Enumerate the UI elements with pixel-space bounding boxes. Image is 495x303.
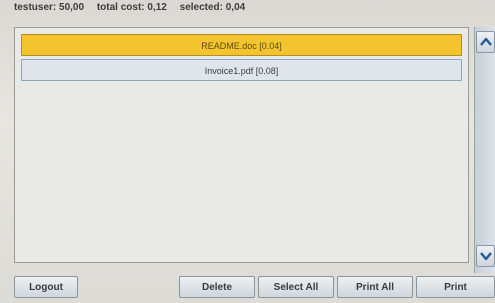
selected-cost: selected: 0,04: [179, 2, 246, 13]
print-label: Print: [444, 281, 467, 293]
printer-kiosk-screen: testuser: 50,00 total cost: 0,12 selecte…: [0, 0, 495, 303]
file-label: README.doc [0.04]: [201, 41, 282, 51]
scrollbar[interactable]: [474, 27, 495, 273]
file-row-invoice1[interactable]: Invoice1.pdf [0.08]: [21, 59, 462, 81]
select-all-button[interactable]: Select All: [258, 276, 334, 298]
file-row-readme[interactable]: README.doc [0.04]: [21, 34, 462, 56]
chevron-up-icon: [479, 37, 492, 46]
logout-button[interactable]: Logout: [14, 276, 78, 298]
scroll-down-button[interactable]: [476, 245, 495, 267]
print-button[interactable]: Print: [416, 276, 495, 298]
user-balance: testuser: 50,00: [14, 2, 85, 13]
file-label: Invoice1.pdf [0.08]: [204, 66, 279, 76]
action-bar: Logout Delete Select All Print All Print: [0, 276, 495, 303]
print-all-label: Print All: [356, 281, 394, 293]
print-all-button[interactable]: Print All: [337, 276, 413, 298]
total-cost: total cost: 0,12: [96, 2, 167, 13]
delete-label: Delete: [201, 281, 232, 293]
file-list: README.doc [0.04] Invoice1.pdf [0.08]: [14, 27, 469, 263]
scroll-up-button[interactable]: [476, 31, 495, 53]
logout-label: Logout: [29, 281, 63, 293]
delete-button[interactable]: Delete: [179, 276, 255, 298]
chevron-down-icon: [479, 252, 492, 261]
select-all-label: Select All: [273, 281, 319, 293]
status-bar: testuser: 50,00 total cost: 0,12 selecte…: [14, 0, 255, 16]
